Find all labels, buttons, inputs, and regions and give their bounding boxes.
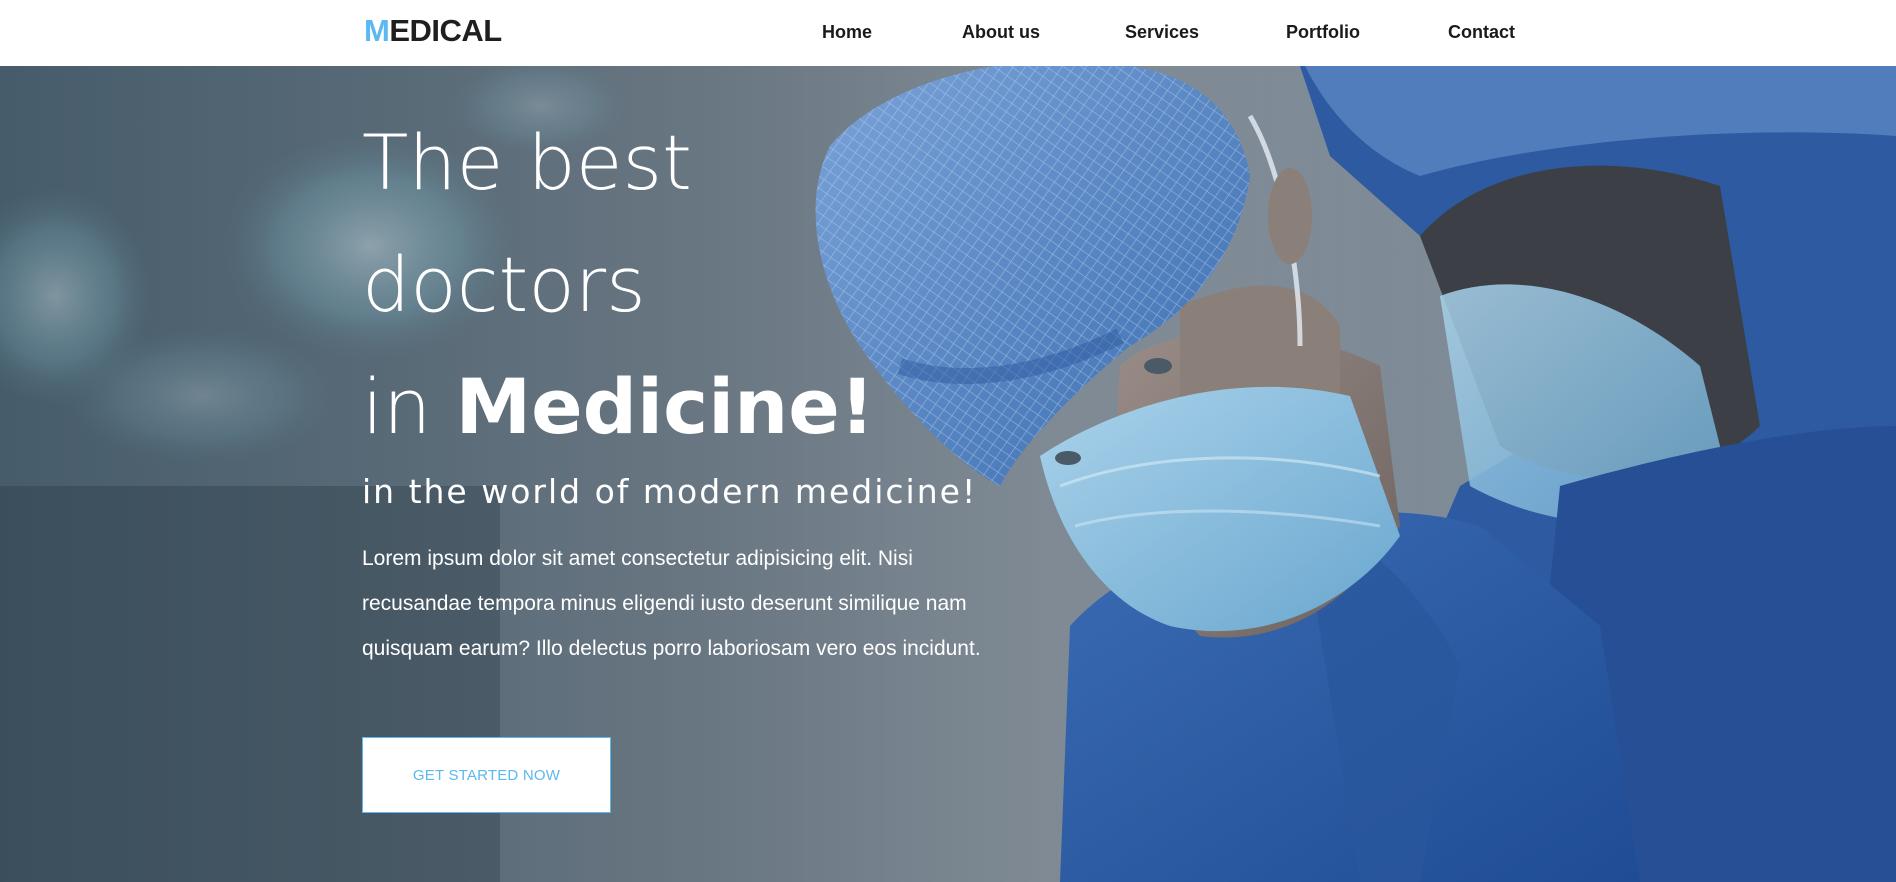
headline-line-1: The best [362,118,692,207]
landing-page: MEDICAL Home About us Services Portfolio… [0,0,1896,882]
nav-item-about-us[interactable]: About us [962,20,1040,44]
site-header: MEDICAL Home About us Services Portfolio… [0,0,1896,66]
nav-item-contact[interactable]: Contact [1448,20,1515,44]
nav-item-services[interactable]: Services [1125,20,1199,44]
logo-text: EDICAL [389,13,502,48]
site-logo[interactable]: MEDICAL [364,12,502,50]
nav-item-portfolio[interactable]: Portfolio [1286,20,1360,44]
hero-description: Lorem ipsum dolor sit amet consectetur a… [362,547,981,660]
headline-line-3-strong: Medicine! [455,362,875,451]
hero-subheadline: in the world of modern medicine! [362,472,978,511]
headline-line-2: doctors [362,240,646,329]
nav-item-home[interactable]: Home [822,20,872,44]
logo-initial: M [364,13,390,48]
hero-headline: The best doctors in Medicine! [362,102,875,468]
get-started-button[interactable]: GET STARTED NOW [362,737,611,813]
headline-line-3-prefix: in [362,362,456,451]
hero-section: The best doctors in Medicine! in the wor… [0,66,1896,882]
